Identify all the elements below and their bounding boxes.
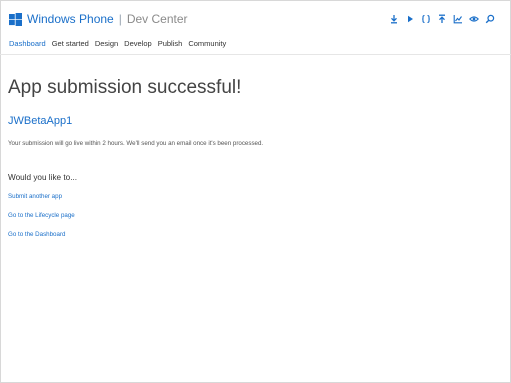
play-icon[interactable] <box>405 14 415 24</box>
nav-item-publish[interactable]: Publish <box>158 39 183 48</box>
submission-message: Your submission will go live within 2 ho… <box>8 140 264 147</box>
main-nav: Dashboard Get started Design Develop Pub… <box>9 39 226 48</box>
upload-icon[interactable] <box>437 14 447 24</box>
site-header: Windows Phone | Dev Center Dashboard Get… <box>0 0 511 55</box>
search-icon[interactable] <box>485 14 495 24</box>
brand[interactable]: Windows Phone | Dev Center <box>9 11 188 27</box>
submit-another-app-link[interactable]: Submit another app <box>8 193 62 200</box>
windows-logo-icon <box>9 12 22 26</box>
app-name: JWBetaApp1 <box>8 115 73 127</box>
dashboard-link[interactable]: Go to the Dashboard <box>8 231 65 238</box>
page-title: App submission successful! <box>8 77 242 98</box>
lifecycle-page-link[interactable]: Go to the Lifecycle page <box>8 212 75 219</box>
next-steps-heading: Would you like to... <box>8 173 78 182</box>
header-tools <box>389 12 495 25</box>
brand-name: Windows Phone <box>27 12 114 26</box>
nav-item-get-started[interactable]: Get started <box>52 39 89 48</box>
eye-icon[interactable] <box>469 14 479 24</box>
chart-icon[interactable] <box>453 14 463 24</box>
page-border <box>0 0 511 383</box>
nav-item-community[interactable]: Community <box>188 39 226 48</box>
nav-item-design[interactable]: Design <box>95 39 118 48</box>
brand-separator: | <box>118 12 122 26</box>
nav-item-develop[interactable]: Develop <box>124 39 152 48</box>
brand-subtitle: Dev Center <box>126 12 188 26</box>
nav-item-dashboard[interactable]: Dashboard <box>9 39 46 48</box>
download-icon[interactable] <box>389 14 399 24</box>
main-content: App submission successful! JWBetaApp1 Yo… <box>8 76 498 238</box>
braces-icon[interactable] <box>421 14 431 24</box>
